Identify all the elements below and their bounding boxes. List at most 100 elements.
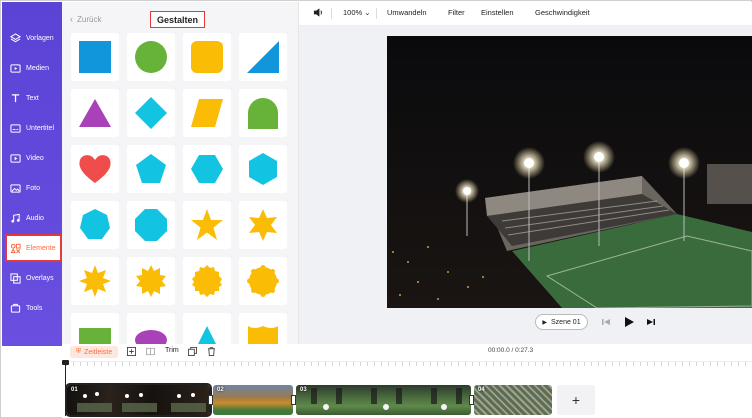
shape-right-triangle[interactable] [239, 33, 287, 81]
sidebar-item-label: Overlays [26, 274, 54, 282]
shape-parallelogram[interactable] [183, 89, 231, 137]
timeline-icon: ⛨ [75, 348, 82, 355]
app-window: Vorlagen Medien Text Untertitel Video Fo… [0, 0, 752, 418]
zoom-select[interactable]: 100% ⌄ [343, 8, 371, 17]
video-icon [10, 153, 21, 164]
sidebar-item-label: Audio [26, 214, 44, 222]
play-button[interactable] [622, 315, 636, 329]
video-preview[interactable] [387, 36, 752, 308]
tools-icon [10, 303, 21, 314]
shape-banner[interactable] [239, 313, 287, 346]
skip-forward-icon[interactable] [644, 315, 658, 329]
chevron-down-icon: ⌄ [364, 8, 371, 17]
add-media-icon[interactable] [127, 347, 136, 356]
shape-octagon[interactable] [127, 201, 175, 249]
shape-hexagon-flat[interactable] [183, 145, 231, 193]
shape-heart[interactable] [71, 145, 119, 193]
shape-seal-16[interactable] [239, 257, 287, 305]
clip-number: 04 [478, 387, 485, 393]
convert-button[interactable]: Umwandeln [387, 8, 427, 17]
subtitles-icon [10, 123, 21, 134]
filter-button[interactable]: Filter [448, 8, 465, 17]
shapes-panel: ‹ Zurück Gestalten [62, 2, 298, 346]
shape-diamond[interactable] [127, 89, 175, 137]
split-icon[interactable] [146, 347, 155, 356]
toolbar-separator [376, 8, 377, 19]
layers-icon [10, 32, 21, 44]
playhead-handle[interactable] [62, 360, 69, 365]
shape-hexagon[interactable] [239, 145, 287, 193]
shape-circle[interactable] [127, 33, 175, 81]
shape-star-5[interactable] [183, 201, 231, 249]
sidebar-item-tools[interactable]: Tools [2, 296, 62, 320]
time-readout: 00:00.0 / 0:27.3 [488, 347, 534, 354]
shape-seal-12[interactable] [183, 257, 231, 305]
elements-icon [10, 243, 21, 254]
sidebar-item-untertitel[interactable]: Untertitel [2, 116, 62, 140]
clip-number: 03 [300, 387, 307, 393]
timeline-tab[interactable]: ⛨ Zeitleiste [70, 346, 118, 358]
shape-star-burst-8[interactable] [71, 257, 119, 305]
sidebar-item-label: Vorlagen [26, 34, 54, 42]
scene-label: Szene 01 [551, 318, 581, 326]
shape-heptagon[interactable] [71, 201, 119, 249]
text-icon [10, 93, 21, 104]
sidebar-item-label: Medien [26, 64, 49, 72]
duplicate-icon[interactable] [188, 347, 197, 356]
sidebar-item-label: Video [26, 154, 44, 162]
settings-button[interactable]: Einstellen [481, 8, 514, 17]
sidebar-item-overlays[interactable]: Overlays [2, 266, 62, 290]
zoom-value: 100% [343, 8, 363, 17]
clip-number: 01 [71, 387, 78, 393]
timeline-clip-03[interactable]: 03 [296, 385, 471, 415]
timeline-ruler [66, 362, 746, 366]
shape-rounded-square[interactable] [183, 33, 231, 81]
overlays-icon [10, 272, 21, 284]
shape-star-6[interactable] [239, 201, 287, 249]
shape-ellipse[interactable] [127, 313, 175, 346]
scene-select-button[interactable]: ▶ Szene 01 [535, 314, 588, 330]
sidebar-item-elemente[interactable]: Elemente [5, 234, 62, 262]
sidebar-item-foto[interactable]: Foto [2, 176, 62, 200]
shape-triangle-small[interactable] [183, 313, 231, 346]
back-link[interactable]: ‹ Zurück [70, 14, 101, 24]
toolbar-separator [331, 8, 332, 19]
shape-rectangle[interactable] [71, 313, 119, 346]
shape-triangle[interactable] [71, 89, 119, 137]
sidebar-item-label: Tools [26, 304, 43, 312]
sidebar: Vorlagen Medien Text Untertitel Video Fo… [2, 2, 62, 346]
back-label: Zurück [77, 14, 102, 24]
sidebar-item-text[interactable]: Text [2, 86, 62, 110]
play-icon: ▶ [542, 319, 548, 326]
speed-button[interactable]: Geschwindigkeit [535, 8, 590, 17]
add-clip-button[interactable]: + [557, 385, 595, 415]
sidebar-item-label: Elemente [26, 244, 56, 252]
sidebar-item-label: Untertitel [26, 124, 55, 132]
editor-toolbar: 100% ⌄ Umwandeln Filter Einstellen Gesch… [299, 2, 752, 26]
sidebar-item-video[interactable]: Video [2, 146, 62, 170]
sidebar-item-audio[interactable]: Audio [2, 206, 62, 230]
shape-arch[interactable] [239, 89, 287, 137]
shape-square[interactable] [71, 33, 119, 81]
media-icon [10, 63, 21, 74]
music-icon [10, 213, 21, 224]
sidebar-item-vorlagen[interactable]: Vorlagen [2, 26, 62, 50]
trash-icon[interactable] [207, 347, 216, 356]
trim-button[interactable]: Trim [165, 347, 179, 354]
photo-icon [10, 183, 21, 194]
clip-number: 02 [217, 387, 224, 393]
chevron-left-icon: ‹ [70, 14, 73, 24]
timeline-tab-label: Zeitleiste [84, 348, 113, 356]
skip-back-icon[interactable] [599, 315, 613, 329]
speaker-icon[interactable] [313, 7, 324, 20]
sidebar-item-label: Foto [26, 184, 41, 192]
shape-star-burst-10[interactable] [127, 257, 175, 305]
timeline-clip-04[interactable]: 04 [474, 385, 552, 415]
shape-pentagon[interactable] [127, 145, 175, 193]
sidebar-item-label: Text [26, 94, 39, 102]
sidebar-item-medien[interactable]: Medien [2, 56, 62, 80]
playhead[interactable] [65, 361, 66, 416]
panel-title: Gestalten [150, 11, 205, 28]
timeline-clip-02[interactable]: 02 [213, 385, 293, 415]
timeline-clip-01[interactable]: 01 [65, 383, 212, 417]
